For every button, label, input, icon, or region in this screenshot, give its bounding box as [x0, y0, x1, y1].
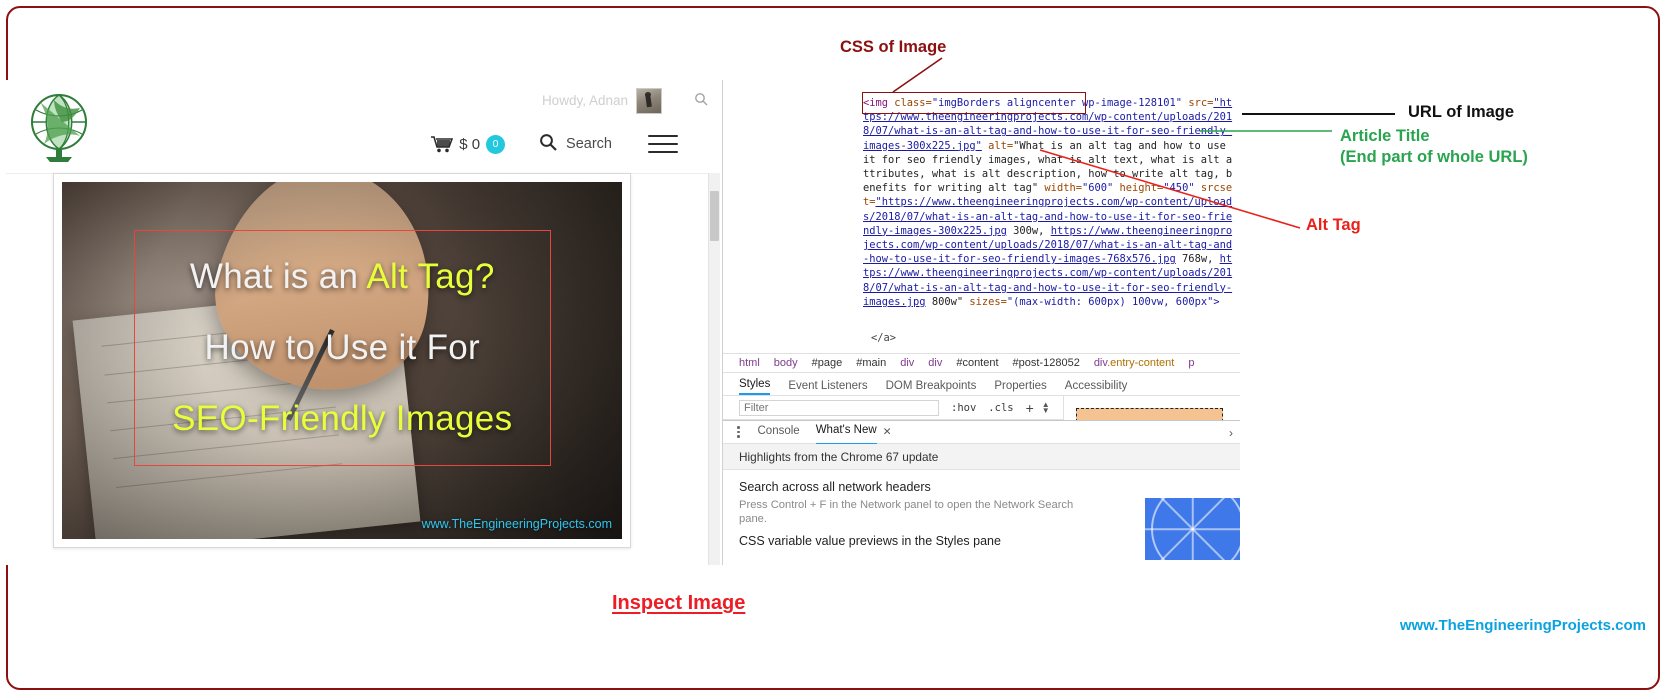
annotation-article-title: Article Title	[1340, 127, 1430, 145]
hov-toggle[interactable]: :hov	[951, 402, 976, 414]
drawer-tab[interactable]: What's New	[815, 419, 877, 445]
breadcrumb-item[interactable]: p	[1188, 357, 1194, 369]
drawer-tab-bar[interactable]: Console What's New ✕	[723, 419, 1240, 445]
breadcrumb-item[interactable]: div	[900, 357, 914, 369]
search-icon	[539, 133, 557, 156]
cls-toggle[interactable]: .cls	[988, 402, 1013, 414]
code-token: sizes=	[963, 295, 1007, 308]
figure-caption: Inspect Image	[612, 592, 746, 614]
code-token: "(max-width: 600px) 100vw, 600px">	[1006, 295, 1220, 308]
css-class-highlight-box	[862, 92, 1086, 114]
whats-new-body: Search across all network headers Press …	[723, 470, 1240, 565]
cart-icon	[431, 135, 454, 153]
code-token: height=	[1113, 182, 1164, 195]
whats-new-thumbnail	[1145, 498, 1240, 560]
headline-line-3: SEO-Friendly Images	[172, 399, 513, 439]
cart-total: $ 0	[459, 135, 481, 153]
headline-line-1: What is an Alt Tag?	[189, 256, 495, 296]
page-scrollbar-thumb[interactable]	[710, 191, 719, 241]
site-header: Howdy, Adnan $ 0 0 Search	[6, 80, 720, 174]
code-token: 768w,	[1175, 253, 1220, 266]
breadcrumb-item[interactable]: div	[928, 357, 942, 369]
annotation-alt-tag: Alt Tag	[1306, 216, 1361, 234]
more-tools-icon[interactable]	[737, 426, 740, 438]
breadcrumb-item[interactable]: #post-128052	[1013, 357, 1080, 369]
search-label: Search	[566, 136, 612, 152]
devtools-drawer: Console What's New ✕ › Highlights from the…	[723, 420, 1240, 565]
headline-box: What is an Alt Tag? How to Use it For SE…	[133, 230, 551, 466]
styles-tab[interactable]: DOM Breakpoints	[886, 380, 977, 395]
styles-tab[interactable]: Accessibility	[1065, 380, 1128, 395]
headline-line-2: How to Use it For	[204, 327, 480, 367]
code-token: "600"	[1081, 182, 1114, 195]
code-token: 800w"	[925, 295, 964, 308]
breadcrumb-item[interactable]: #content	[956, 357, 998, 369]
howdy-greeting: Howdy, Adnan	[541, 93, 628, 108]
styles-rule-preview	[1063, 396, 1240, 422]
closing-anchor-tag: </a>	[871, 332, 897, 344]
computed-spinner[interactable]: ▲ ▼	[1042, 400, 1050, 414]
whats-new-header: Highlights from the Chrome 67 update	[723, 444, 1240, 470]
annotation-css-of-image: CSS of Image	[840, 38, 947, 56]
annotation-url-of-image: URL of Image	[1408, 103, 1515, 121]
whats-new-item-desc: Press Control + F in the Network panel t…	[739, 499, 1074, 525]
styles-tab-bar[interactable]: Styles Event Listeners DOM Breakpoints Prop…	[723, 373, 1240, 396]
avatar[interactable]	[636, 88, 662, 114]
breadcrumb-item[interactable]: html	[739, 357, 760, 369]
code-token: width=	[1038, 182, 1082, 195]
photo-credit: www.TheEngineeringProjects.com	[421, 517, 612, 531]
code-token: "450"	[1163, 182, 1195, 195]
elements-pane[interactable]: <img class="imgBorders aligncenter wp-im…	[723, 80, 1240, 353]
breadcrumb-item[interactable]: div.entry-content	[1094, 357, 1175, 369]
drawer-tab[interactable]: Console	[758, 420, 800, 444]
featured-image: What is an Alt Tag? How to Use it For SE…	[62, 182, 622, 539]
annotation-article-title-sub: (End part of whole URL)	[1340, 148, 1528, 166]
header-search-icon[interactable]	[694, 92, 708, 106]
site-search[interactable]: Search	[539, 133, 612, 156]
cart-count-badge: 0	[486, 134, 506, 154]
featured-image-card[interactable]: What is an Alt Tag? How to Use it For SE…	[53, 173, 631, 548]
code-token: 300w,	[1006, 224, 1051, 237]
brand-footer-url: www.TheEngineeringProjects.com	[1399, 617, 1646, 634]
hamburger-menu-icon[interactable]	[648, 129, 678, 159]
styles-tab[interactable]: Styles	[739, 378, 771, 395]
styles-filter-input[interactable]	[739, 399, 939, 416]
code-token: src=	[1182, 97, 1214, 109]
new-style-rule-button[interactable]: +	[1026, 400, 1034, 416]
website-preview: Howdy, Adnan $ 0 0 Search What is an Alt…	[6, 80, 720, 565]
whats-new-item-title: Search across all network headers	[739, 480, 931, 494]
close-icon[interactable]: ✕	[883, 426, 892, 438]
dom-breadcrumb[interactable]: html body #page #main div div #content #post-12…	[723, 353, 1240, 373]
devtools-panel: <img class="imgBorders aligncenter wp-im…	[722, 80, 1240, 565]
breadcrumb-item[interactable]: body	[774, 357, 798, 369]
breadcrumb-item[interactable]: #page	[812, 357, 843, 369]
styles-tab[interactable]: Properties	[994, 380, 1046, 395]
drawer-expand-icon[interactable]: ›	[1229, 426, 1233, 440]
breadcrumb-item[interactable]: #main	[856, 357, 886, 369]
cart-widget[interactable]: $ 0 0	[431, 134, 506, 154]
html-source-code[interactable]: <img class="imgBorders aligncenter wp-im…	[863, 96, 1233, 309]
site-navbar: $ 0 0 Search	[6, 118, 720, 170]
page-scrollbar[interactable]	[708, 173, 720, 565]
styles-tab[interactable]: Event Listeners	[788, 380, 867, 395]
code-token: alt=	[981, 139, 1014, 152]
